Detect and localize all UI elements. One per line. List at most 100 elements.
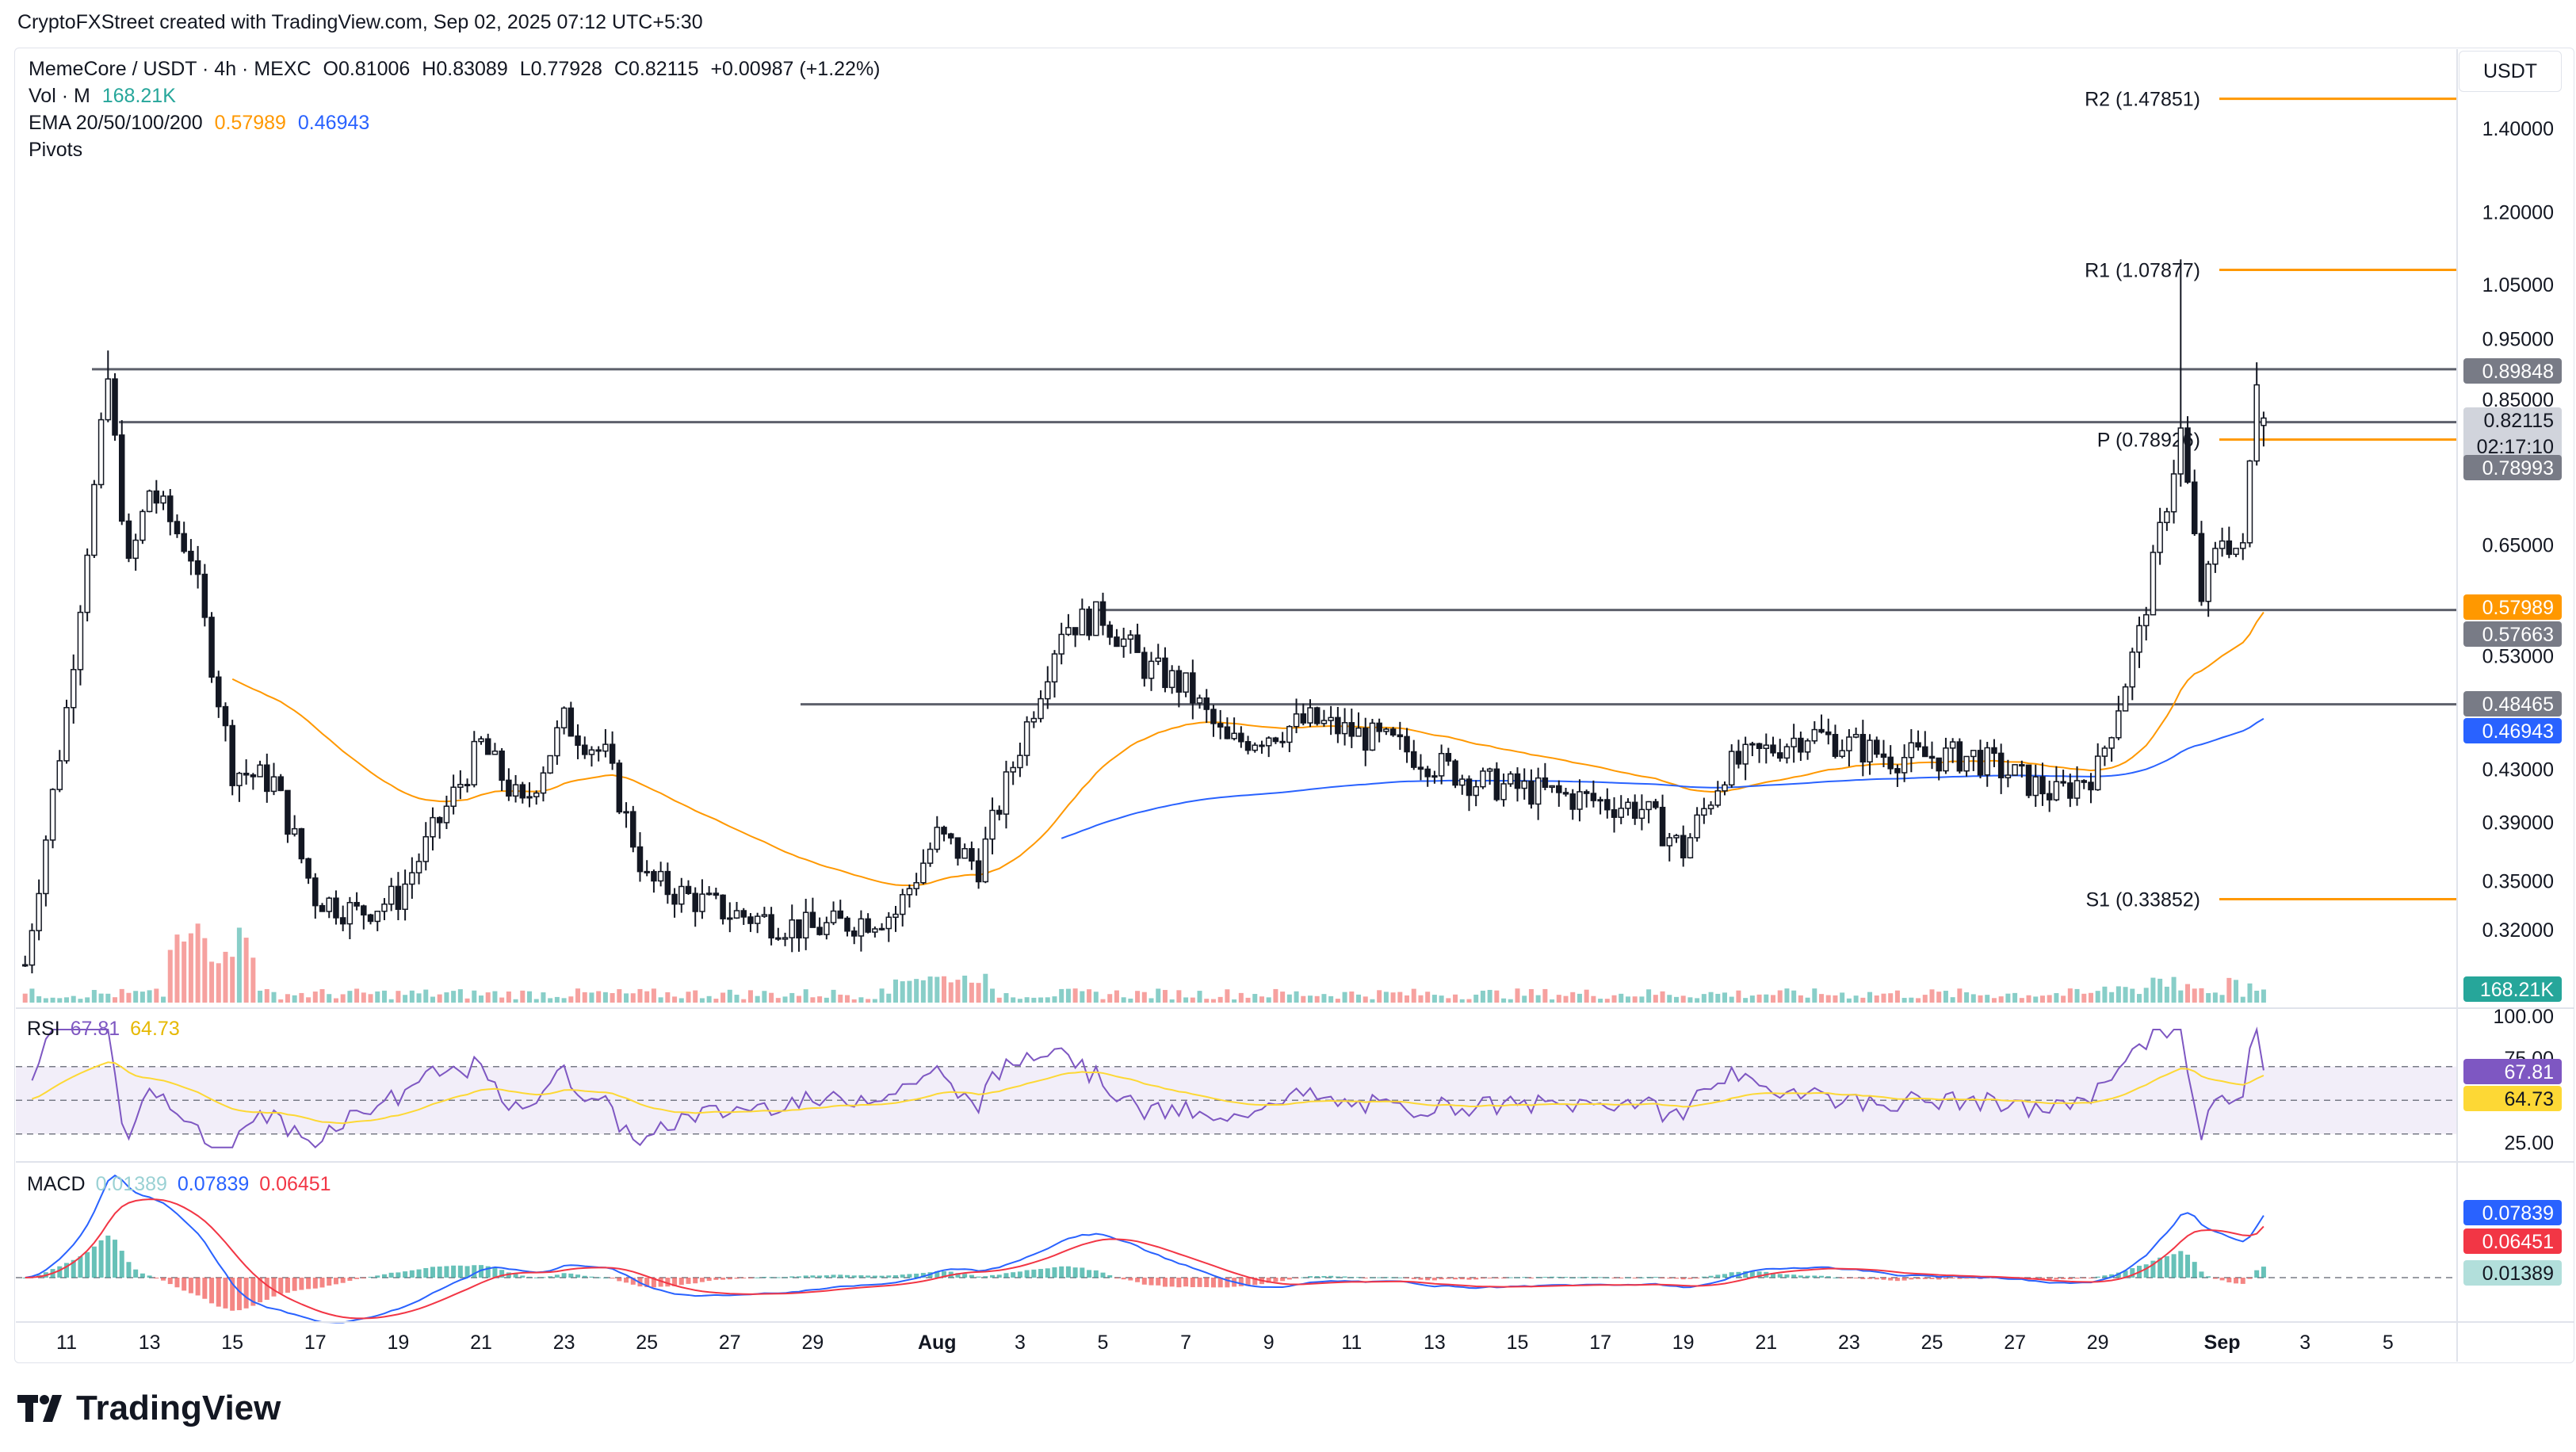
pivots-legend[interactable]: Pivots: [29, 136, 881, 163]
candle-up: [1902, 758, 1907, 773]
macd-histogram-bar: [810, 1275, 815, 1278]
volume-bar: [617, 989, 621, 1003]
macd-histogram-bar: [2165, 1256, 2169, 1278]
candle-down: [568, 708, 573, 736]
macd-histogram-bar: [541, 1277, 545, 1278]
volume-bar: [92, 990, 97, 1003]
candle-down: [1957, 742, 1962, 771]
volume-bar: [1301, 996, 1305, 1003]
volume-bars: [23, 923, 2266, 1003]
chart-canvas[interactable]: R2 (1.47851)R1 (1.07877)P (0.78926)S1 (0…: [0, 0, 2576, 1452]
macd-signal-line: [25, 1199, 2264, 1318]
time-tick-label: 17: [304, 1332, 327, 1354]
volume-bar: [244, 938, 249, 1003]
candle-down: [1114, 637, 1119, 647]
time-tick-label: 7: [1180, 1332, 1191, 1354]
macd-histogram-bar: [451, 1266, 456, 1278]
volume-legend[interactable]: Vol · M 168.21K: [29, 82, 881, 109]
volume-bar: [1847, 999, 1852, 1003]
candle-up: [347, 903, 352, 924]
macd-histogram-bar: [1895, 1278, 1900, 1281]
candle-down: [1833, 735, 1837, 756]
macd-histogram-bar: [1003, 1273, 1008, 1278]
price-tick-label: 0.32000: [2482, 919, 2554, 942]
tradingview-logo[interactable]: TradingView: [17, 1389, 281, 1428]
candle-up: [2012, 765, 2017, 775]
candle-down: [1826, 732, 1831, 735]
candle-up: [2178, 428, 2183, 474]
volume-bar: [1066, 989, 1071, 1003]
candle-up: [1156, 658, 1160, 661]
volume-bar: [1122, 997, 1126, 1003]
volume-bar: [499, 998, 504, 1003]
macd-histogram-bar: [2192, 1262, 2197, 1278]
volume-bar: [686, 992, 691, 1003]
candle-up: [541, 773, 545, 793]
macd-histogram-bar: [1584, 1277, 1589, 1278]
candle-up: [451, 787, 456, 806]
candle-up: [527, 797, 532, 798]
volume-bar: [113, 997, 117, 1003]
volume-bar: [1273, 989, 1278, 1003]
candle-down: [196, 561, 201, 575]
volume-bar: [1902, 998, 1907, 1003]
volume-bar: [2047, 995, 2052, 1003]
volume-bar: [880, 988, 885, 1003]
candle-up: [1806, 741, 1810, 752]
volume-bar: [797, 996, 801, 1003]
macd-histogram-bar: [2185, 1255, 2190, 1278]
macd-histogram-bar: [161, 1278, 166, 1281]
candle-down: [499, 751, 504, 781]
macd-histogram-bar: [762, 1277, 766, 1278]
currency-unit-button[interactable]: USDT: [2459, 51, 2562, 92]
candle-up: [589, 750, 594, 755]
macd-legend[interactable]: MACD 0.01389 0.07839 0.06451: [27, 1173, 331, 1196]
price-tag-label: 0.82115: [2483, 410, 2554, 432]
time-tick-label: 3: [1015, 1332, 1026, 1354]
candle-down: [2192, 482, 2197, 533]
macd-histogram-bar: [977, 1277, 981, 1278]
volume-bar: [237, 927, 242, 1003]
candle-up: [1867, 740, 1872, 762]
volume-bar: [334, 999, 338, 1003]
candle-down: [1591, 793, 1596, 801]
volume-bar: [1473, 995, 1478, 1003]
candle-up: [292, 829, 297, 835]
volume-bar: [423, 990, 428, 1003]
macd-histogram-bar: [1473, 1278, 1478, 1279]
rsi-legend[interactable]: RSI 67.81 64.73: [27, 1018, 180, 1041]
candle-up: [914, 883, 919, 888]
volume-bar: [1875, 995, 1879, 1003]
macd-histogram-bar: [527, 1277, 532, 1278]
candle-down: [2089, 782, 2093, 789]
candle-down: [1107, 625, 1112, 637]
volume-bar: [804, 989, 808, 1003]
time-tick-label: 19: [1672, 1332, 1695, 1354]
volume-bar: [1806, 998, 1810, 1003]
macd-histogram-bar: [2241, 1278, 2245, 1284]
pivot-label: S1 (0.33852): [2085, 888, 2200, 911]
volume-bar: [1128, 999, 1133, 1003]
candle-down: [644, 872, 649, 873]
time-tick-label: 13: [139, 1332, 161, 1354]
candle-up: [258, 765, 262, 777]
candle-up: [1729, 751, 1734, 785]
macd-histogram-bar: [983, 1276, 988, 1278]
macd-label: MACD: [27, 1173, 86, 1195]
candle-up: [928, 850, 933, 864]
symbol-name[interactable]: MemeCore / USDT · 4h · MEXC: [29, 58, 311, 80]
volume-bar: [2102, 987, 2107, 1003]
candle-up: [1308, 708, 1313, 723]
volume-bar: [161, 997, 166, 1003]
volume-bar: [1550, 999, 1554, 1003]
price-tags: 0.898480.8211502:17:100.789930.579890.57…: [2463, 358, 2562, 1002]
candle-down: [2040, 777, 2045, 793]
macd-histogram-bar: [1066, 1267, 1071, 1278]
candle-down: [1661, 808, 1665, 846]
ema-legend[interactable]: EMA 20/50/100/200 0.57989 0.46943: [29, 109, 881, 136]
volume-bar: [99, 994, 104, 1003]
volume-bar: [534, 999, 539, 1003]
candle-down: [1798, 739, 1803, 752]
macd-histogram-bar: [1916, 1278, 1921, 1279]
volume-bar: [2137, 994, 2142, 1003]
